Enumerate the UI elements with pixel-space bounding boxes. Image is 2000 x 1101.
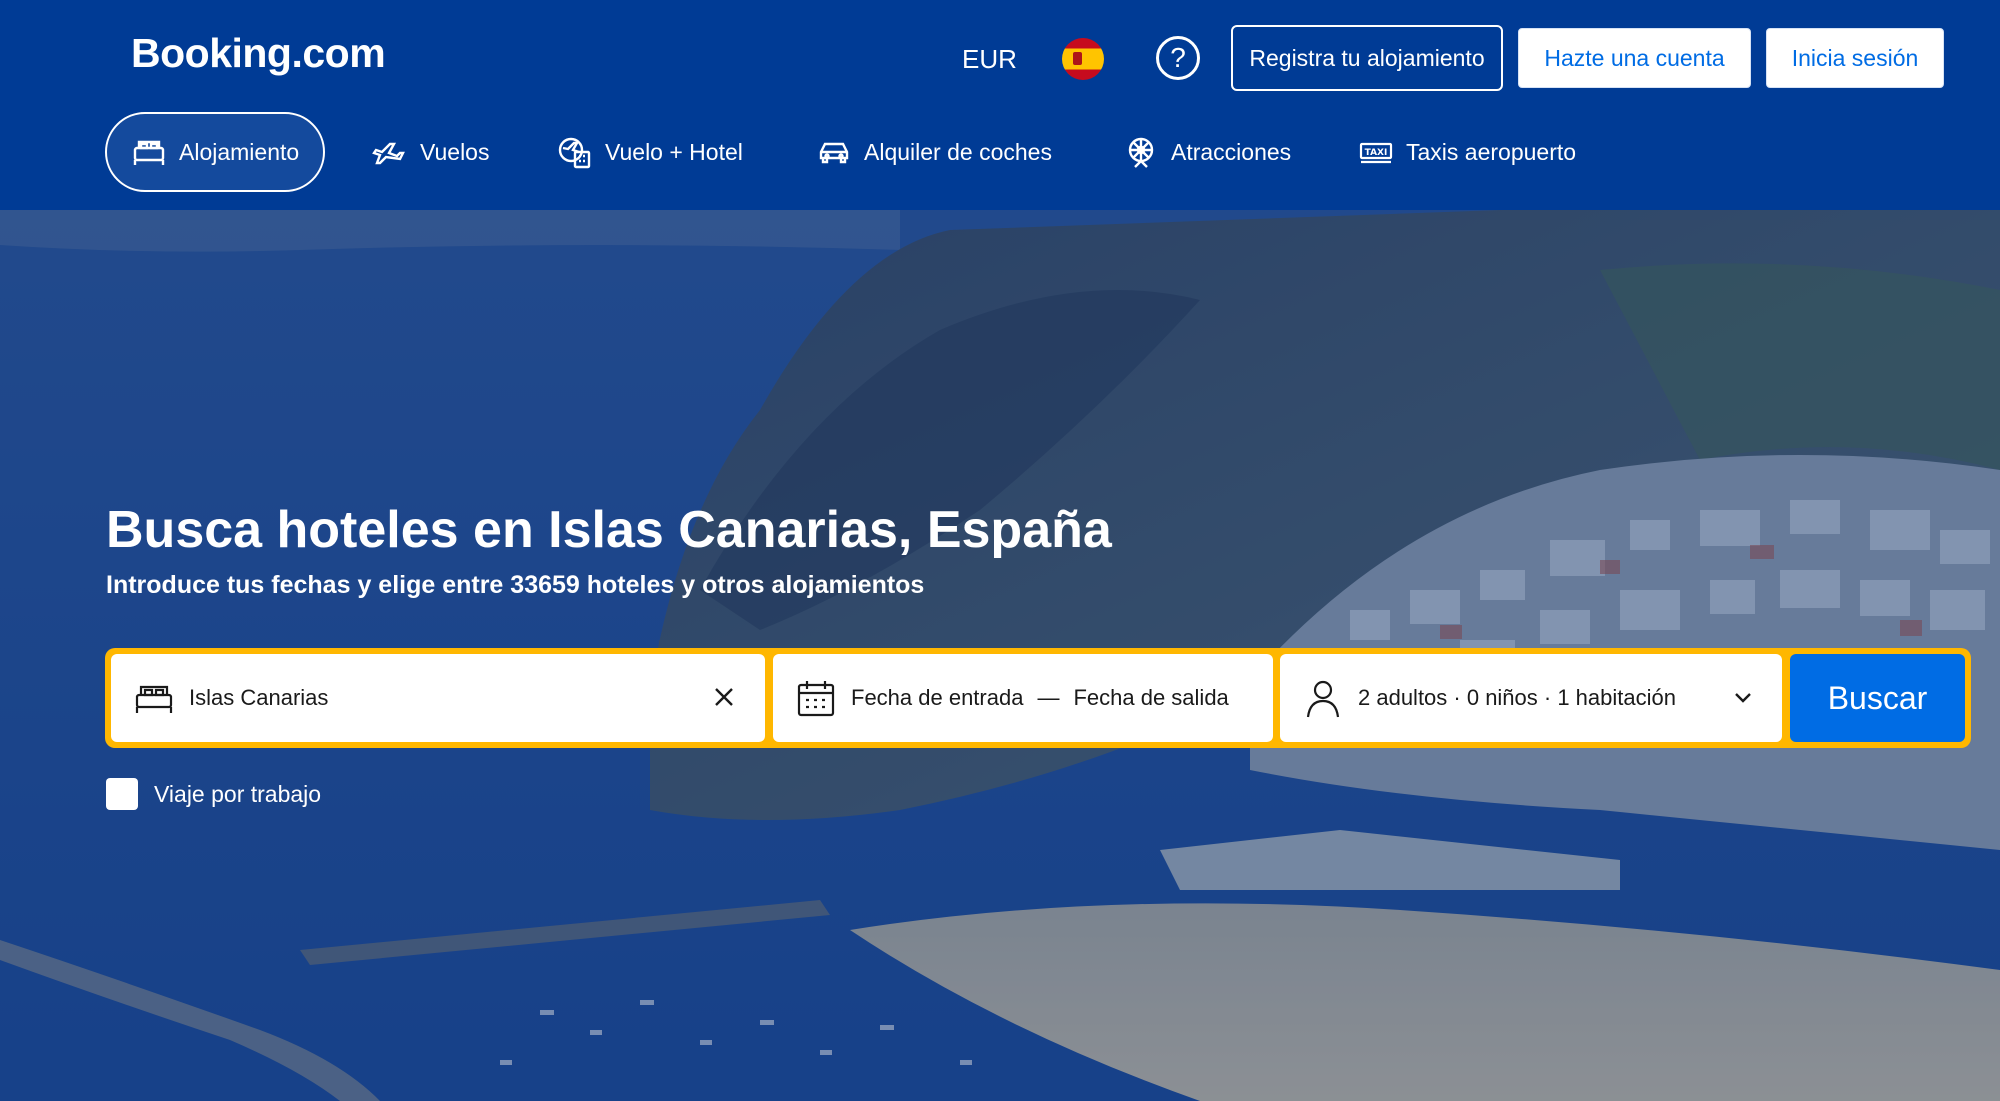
- currency-selector[interactable]: EUR: [962, 44, 1017, 75]
- top-header: Booking.com EUR ? Registra tu alojamient…: [0, 0, 2000, 210]
- tab-alquiler-coches[interactable]: Alquiler de coches: [816, 112, 1052, 192]
- close-icon[interactable]: [709, 682, 739, 712]
- taxi-icon: TAXI: [1359, 142, 1393, 164]
- spain-flag-icon[interactable]: [1062, 38, 1104, 80]
- checkin-date[interactable]: Fecha de entrada: [851, 685, 1023, 711]
- tab-taxis-aeropuerto[interactable]: TAXI Taxis aeropuerto: [1358, 112, 1576, 192]
- guests-summary: 2 adultos · 0 niños · 1 habitación: [1358, 685, 1676, 710]
- tab-label: Alquiler de coches: [864, 138, 1052, 165]
- tab-label: Atracciones: [1171, 138, 1292, 165]
- tab-vuelos[interactable]: Vuelos: [372, 112, 489, 192]
- search-bar: Islas Canarias Fecha de entrada — Fecha …: [105, 648, 1971, 748]
- checkout-date[interactable]: Fecha de salida: [1073, 685, 1228, 711]
- work-trip-label: Viaje por trabajo: [154, 780, 322, 807]
- tab-label: Alojamiento: [179, 138, 300, 165]
- login-button[interactable]: Inicia sesión: [1766, 28, 1944, 88]
- booking-logo[interactable]: Booking.com: [131, 30, 386, 77]
- work-trip-option[interactable]: Viaje por trabajo: [106, 778, 321, 810]
- plane-icon: [372, 142, 405, 165]
- tab-alojamiento[interactable]: Alojamiento: [105, 112, 326, 192]
- destination-input[interactable]: Islas Canarias: [189, 685, 328, 711]
- attractions-icon: [1128, 137, 1154, 168]
- hero-title: Busca hoteles en Islas Canarias, España: [106, 501, 1112, 559]
- destination-field[interactable]: Islas Canarias: [111, 654, 765, 742]
- search-button[interactable]: Buscar: [1790, 654, 1965, 742]
- tab-label: Vuelo + Hotel: [605, 138, 743, 165]
- tab-vuelo-hotel[interactable]: Vuelo + Hotel: [557, 112, 743, 192]
- tab-atracciones[interactable]: Atracciones: [1123, 112, 1291, 192]
- calendar-icon: [797, 681, 835, 717]
- list-property-button[interactable]: Registra tu alojamiento: [1231, 25, 1503, 91]
- flight-hotel-icon: [558, 137, 591, 169]
- chevron-down-icon[interactable]: [1730, 684, 1756, 710]
- svg-text:TAXI: TAXI: [1365, 148, 1388, 158]
- person-icon: [1306, 680, 1340, 718]
- tab-label: Vuelos: [420, 138, 490, 165]
- car-icon: [819, 142, 849, 164]
- signup-button[interactable]: Hazte una cuenta: [1518, 28, 1751, 88]
- work-trip-checkbox[interactable]: [106, 778, 138, 810]
- guests-field[interactable]: 2 adultos · 0 niños · 1 habitación: [1280, 654, 1782, 742]
- tab-label: Taxis aeropuerto: [1406, 138, 1577, 165]
- date-separator: —: [1037, 685, 1060, 710]
- help-icon[interactable]: ?: [1156, 36, 1200, 80]
- bed-icon: [133, 140, 165, 165]
- hero-subtitle: Introduce tus fechas y elige entre 33659…: [106, 571, 925, 599]
- bed-icon: [135, 685, 173, 713]
- date-field[interactable]: Fecha de entrada — Fecha de salida: [773, 654, 1273, 742]
